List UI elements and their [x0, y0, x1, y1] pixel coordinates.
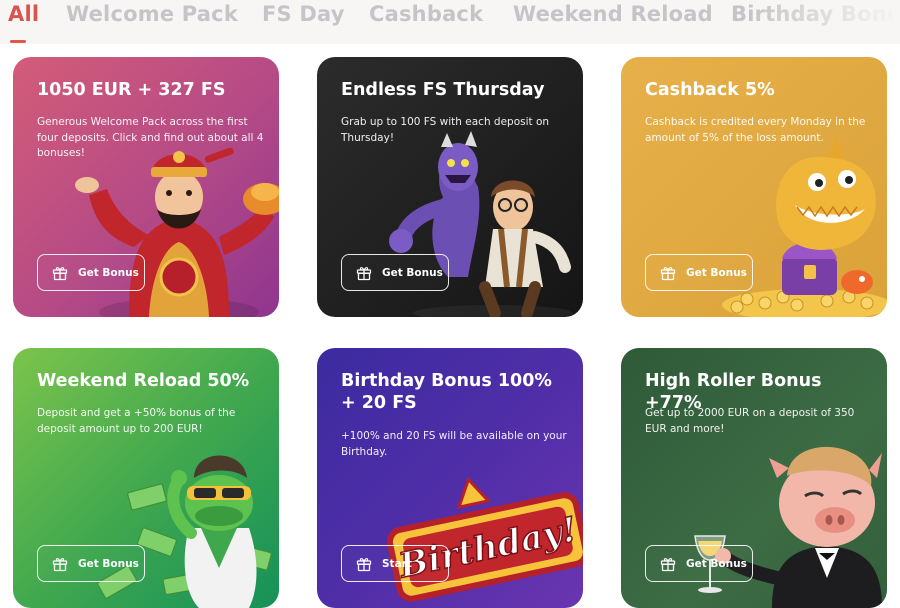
- button-label: Start: [382, 557, 412, 570]
- card-description: Generous Welcome Pack across the first f…: [37, 116, 264, 159]
- bonus-card-birthday[interactable]: Birthday Bonus 100% + 20 FS +100% and 20…: [317, 348, 583, 608]
- button-label: Get Bonus: [686, 266, 747, 279]
- card-title: 1050 EUR + 327 FS: [37, 80, 226, 100]
- gift-icon: [660, 557, 676, 571]
- button-label: Get Bonus: [382, 266, 443, 279]
- tab-birthday-bonus[interactable]: Birthday Bonus: [731, 2, 900, 30]
- get-bonus-button[interactable]: Get Bonus: [37, 254, 145, 291]
- tab-fs-day[interactable]: FS Day: [262, 2, 345, 30]
- start-button[interactable]: Start: [341, 545, 449, 582]
- card-description: Grab up to 100 FS with each deposit on T…: [341, 116, 550, 144]
- gift-icon: [52, 557, 68, 571]
- active-tab-indicator: [10, 40, 26, 43]
- tab-cashback[interactable]: Cashback: [369, 2, 483, 30]
- bonus-card-fs-thursday[interactable]: Endless FS Thursday Grab up to 100 FS wi…: [317, 57, 583, 317]
- get-bonus-button[interactable]: Get Bonus: [645, 545, 753, 582]
- button-label: Get Bonus: [78, 557, 139, 570]
- card-description: Get up to 2000 EUR on a deposit of 350 E…: [645, 407, 855, 435]
- bonus-card-welcome-pack[interactable]: 1050 EUR + 327 FS Generous Welcome Pack …: [13, 57, 279, 317]
- bonus-card-cashback[interactable]: Cashback 5% Cashback is credited every M…: [621, 57, 887, 317]
- gift-icon: [356, 266, 372, 280]
- tab-all[interactable]: All: [8, 2, 39, 30]
- card-description: Deposit and get a +50% bonus of the depo…: [37, 407, 236, 435]
- get-bonus-button[interactable]: Get Bonus: [341, 254, 449, 291]
- bonus-category-tabs: All Welcome Pack FS Day Cashback Weekend…: [0, 0, 900, 44]
- get-bonus-button[interactable]: Get Bonus: [645, 254, 753, 291]
- button-label: Get Bonus: [686, 557, 747, 570]
- gift-icon: [52, 266, 68, 280]
- get-bonus-button[interactable]: Get Bonus: [37, 545, 145, 582]
- tab-weekend-reload[interactable]: Weekend Reload: [513, 2, 713, 30]
- gift-icon: [356, 557, 372, 571]
- tab-welcome-pack[interactable]: Welcome Pack: [66, 2, 238, 30]
- card-title: Birthday Bonus 100% + 20 FS: [341, 371, 552, 413]
- bonus-card-high-roller[interactable]: High Roller Bonus +77% Get up to 2000 EU…: [621, 348, 887, 608]
- button-label: Get Bonus: [78, 266, 139, 279]
- card-title: Cashback 5%: [645, 80, 775, 100]
- card-description: Cashback is credited every Monday in the…: [645, 116, 866, 144]
- card-title: Endless FS Thursday: [341, 80, 545, 100]
- gift-icon: [660, 266, 676, 280]
- card-description: +100% and 20 FS will be available on you…: [341, 430, 567, 458]
- card-title: Weekend Reload 50%: [37, 371, 250, 391]
- bonus-card-weekend-reload[interactable]: Weekend Reload 50% Deposit and get a +50…: [13, 348, 279, 608]
